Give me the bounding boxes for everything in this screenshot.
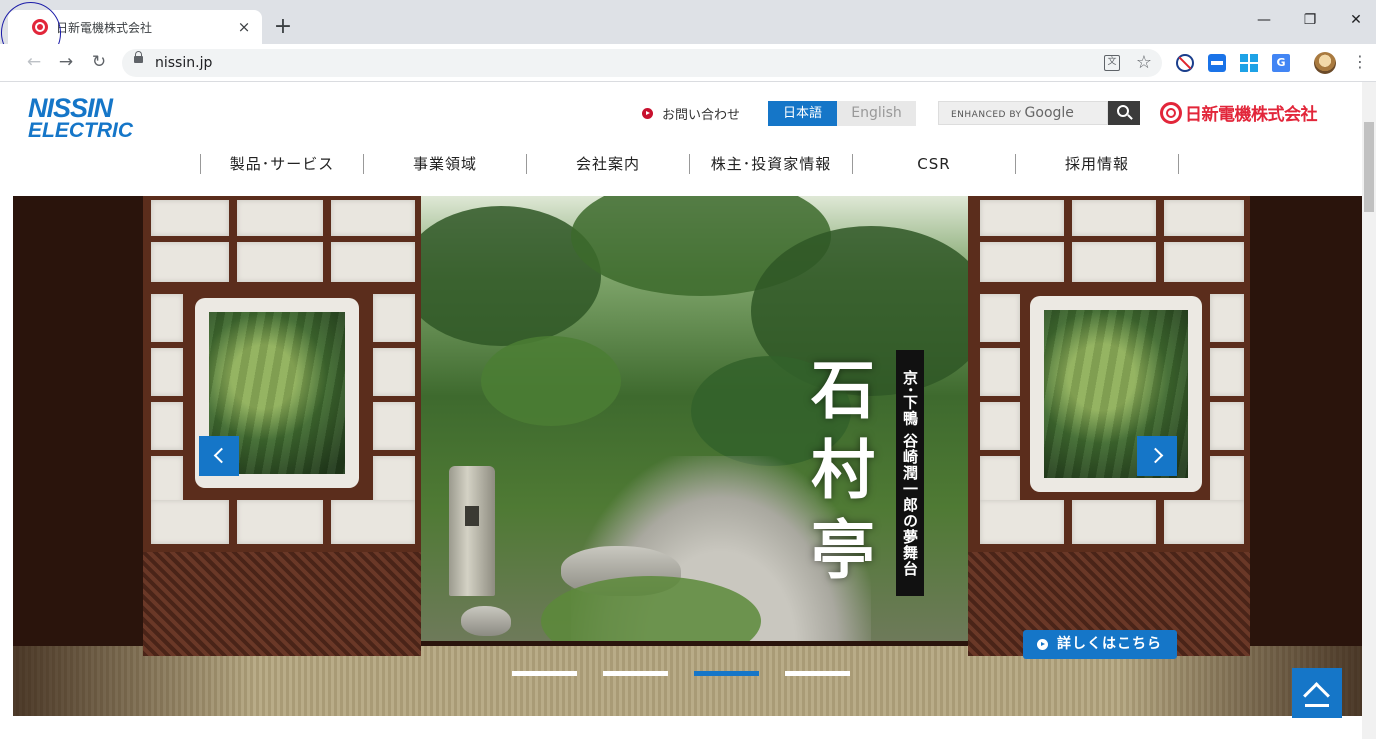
nav-item-investors[interactable]: 株主･投資家情報 — [690, 154, 853, 174]
close-window-button[interactable]: ✕ — [1344, 12, 1368, 28]
nav-item-company[interactable]: 会社案内 — [527, 154, 690, 174]
back-button[interactable]: ← — [24, 52, 44, 72]
reload-button[interactable]: ↻ — [89, 52, 109, 72]
slider-dot-4[interactable] — [785, 671, 850, 676]
garden-scene — [421, 196, 968, 641]
back-to-top-button[interactable] — [1292, 668, 1342, 718]
slider-dot-2[interactable] — [603, 671, 668, 676]
global-navigation: 製品･サービス 事業領域 会社案内 株主･投資家情報 CSR 採用情報 — [200, 154, 1179, 174]
scrollbar-thumb[interactable] — [1364, 122, 1374, 212]
browser-toolbar: ← → ↻ nissin.jp 文 ☆ — [0, 44, 1376, 82]
slider-next-button[interactable] — [1137, 436, 1177, 476]
logo-line2: ELECTRIC — [28, 118, 133, 142]
play-circle-icon — [642, 108, 653, 119]
card-extension-icon[interactable] — [1208, 54, 1226, 72]
slider-prev-button[interactable] — [199, 436, 239, 476]
forward-button[interactable]: → — [56, 52, 76, 72]
shoji-screen-right — [968, 196, 1250, 656]
slider-dot-1[interactable] — [512, 671, 577, 676]
nav-item-recruit[interactable]: 採用情報 — [1016, 154, 1179, 174]
logo-line1: NISSIN — [28, 93, 113, 123]
contact-link[interactable]: お問い合わせ — [642, 104, 740, 123]
hero-caption-main: 石村亭 — [800, 356, 875, 596]
stone-lantern — [449, 466, 495, 596]
google-translate-extension-icon[interactable]: G — [1272, 54, 1290, 72]
tab-title: 日新電機株式会社 — [56, 20, 153, 35]
profile-avatar[interactable] — [1314, 52, 1336, 74]
corporate-name: 日新電機株式会社 — [1185, 105, 1318, 125]
block-extension-icon[interactable] — [1176, 54, 1194, 72]
site-search-input[interactable]: ENHANCED BY Google — [938, 101, 1108, 125]
bookmark-star-icon[interactable]: ☆ — [1136, 52, 1152, 73]
details-button-label: 詳しくはこちら — [1057, 636, 1162, 652]
language-english-button[interactable]: English — [837, 101, 916, 126]
slider-pagination — [512, 671, 850, 676]
nissin-mark-icon — [1160, 101, 1182, 124]
url-text[interactable]: nissin.jp — [155, 55, 212, 71]
translate-icon[interactable]: 文 — [1104, 55, 1120, 71]
play-circle-icon — [1037, 639, 1048, 650]
new-tab-button[interactable]: + — [272, 16, 294, 38]
nav-item-products[interactable]: 製品･サービス — [201, 154, 364, 174]
tab-close-button[interactable]: × — [236, 18, 252, 36]
web-page: NISSIN ELECTRIC お問い合わせ 日本語 English ENHAN… — [0, 82, 1362, 739]
nissin-electric-logo[interactable]: NISSIN ELECTRIC — [28, 93, 133, 142]
browser-tabstrip: 日新電機株式会社 × + — ❐ ✕ — [0, 0, 1376, 68]
nav-item-business[interactable]: 事業領域 — [364, 154, 527, 174]
windows-extension-icon[interactable] — [1240, 54, 1258, 72]
page-scrollbar[interactable] — [1362, 82, 1376, 739]
hero-caption-sub: 京･下鴨 谷崎潤一郎の夢舞台 — [896, 350, 924, 596]
lock-icon[interactable] — [134, 51, 143, 63]
minimize-button[interactable]: — — [1252, 12, 1276, 28]
address-bar[interactable]: nissin.jp 文 ☆ — [122, 49, 1162, 77]
browser-menu-icon[interactable]: ⋮ — [1352, 53, 1368, 71]
slider-dot-3[interactable] — [694, 671, 759, 676]
contact-label: お問い合わせ — [662, 108, 741, 123]
search-google-label: Google — [1024, 105, 1074, 121]
search-enhanced-label: ENHANCED BY — [951, 110, 1022, 120]
restore-button[interactable]: ❐ — [1298, 12, 1322, 28]
corporate-name-logo[interactable]: 日新電機株式会社 — [1160, 100, 1318, 125]
search-button[interactable] — [1108, 101, 1140, 125]
language-japanese-button[interactable]: 日本語 — [768, 101, 837, 126]
hero-slider: 石村亭 京･下鴨 谷崎潤一郎の夢舞台 詳しくはこちら — [13, 196, 1362, 716]
nav-item-csr[interactable]: CSR — [853, 154, 1016, 174]
details-button[interactable]: 詳しくはこちら — [1023, 630, 1177, 659]
shoji-screen-left — [143, 196, 421, 656]
